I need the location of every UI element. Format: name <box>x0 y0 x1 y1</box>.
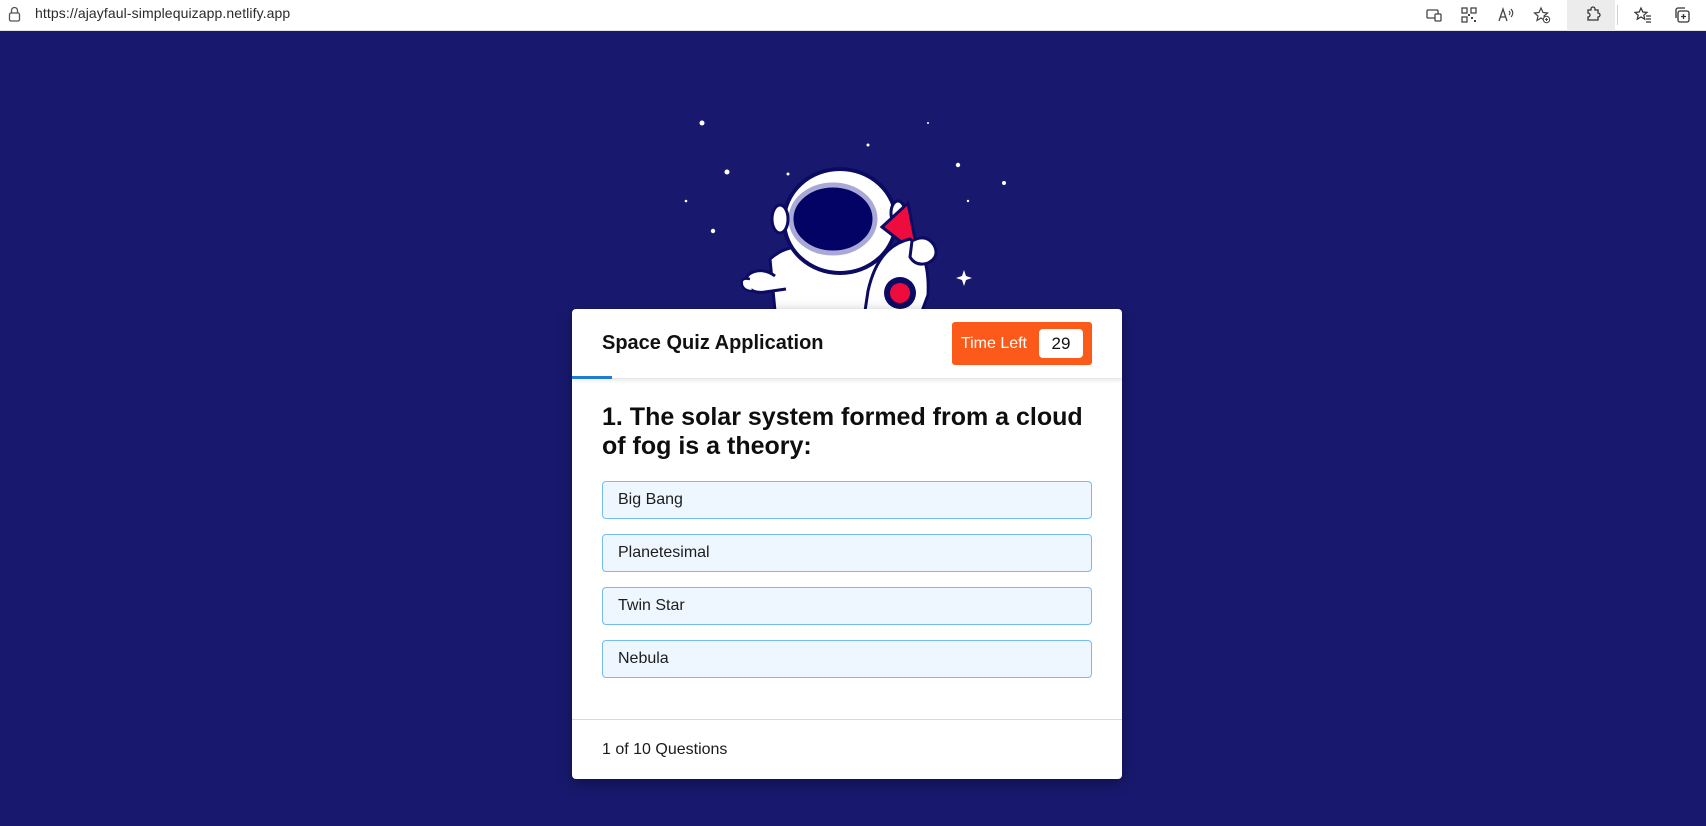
toolbar-divider <box>1617 5 1618 25</box>
quiz-title: Space Quiz Application <box>602 332 824 354</box>
address-url[interactable]: https://ajayfaul-simplequizapp.netlify.a… <box>35 5 290 21</box>
answer-option[interactable]: Twin Star <box>602 587 1092 625</box>
answer-option[interactable]: Nebula <box>602 640 1092 678</box>
favorites-icon[interactable] <box>1631 3 1655 27</box>
answer-option[interactable]: Planetesimal <box>602 534 1092 572</box>
timer-badge: Time Left 29 <box>951 322 1092 365</box>
collections-icon[interactable] <box>1670 3 1694 27</box>
browser-address-bar: https://ajayfaul-simplequizapp.netlify.a… <box>0 0 1706 31</box>
read-aloud-icon[interactable] <box>1494 3 1518 27</box>
astronaut-illustration <box>684 120 1006 311</box>
answer-option-label: Twin Star <box>618 597 685 614</box>
timer-label: Time Left <box>960 334 1027 352</box>
qr-code-icon[interactable] <box>1457 3 1481 27</box>
timer-value: 29 <box>1039 329 1083 358</box>
quiz-card-body: 1. The solar system formed from a cloud … <box>572 379 1122 678</box>
answer-option-label: Big Bang <box>618 491 683 508</box>
quiz-card-footer: 1 of 10 Questions <box>572 719 1122 779</box>
extensions-icon[interactable] <box>1581 3 1605 27</box>
page-background: Space Quiz Application Time Left 29 1. T… <box>0 31 1706 826</box>
question-counter: 1 of 10 Questions <box>602 740 728 758</box>
app-available-icon[interactable] <box>1422 3 1446 27</box>
quiz-card-header: Space Quiz Application Time Left 29 <box>572 309 1122 379</box>
quiz-card: Space Quiz Application Time Left 29 1. T… <box>572 309 1122 779</box>
question-text: 1. The solar system formed from a cloud … <box>602 403 1083 460</box>
lock-icon[interactable] <box>8 6 21 22</box>
quiz-progress-bar <box>572 376 612 379</box>
answer-option-label: Planetesimal <box>618 544 710 561</box>
answer-option-label: Nebula <box>618 650 669 667</box>
answer-option[interactable]: Big Bang <box>602 481 1092 519</box>
favorite-add-icon[interactable] <box>1530 3 1554 27</box>
